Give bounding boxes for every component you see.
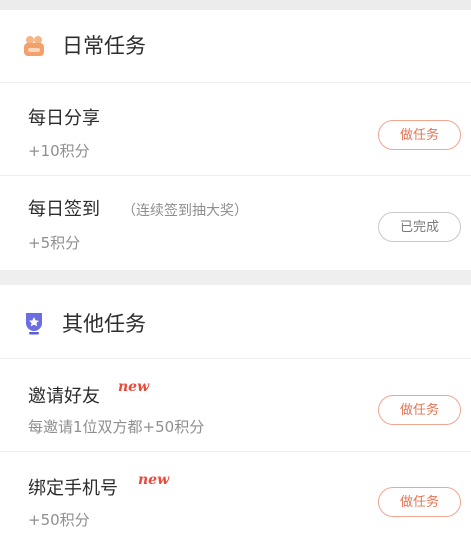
do-task-button[interactable]: 做任务 [378,120,461,150]
gift-icon [24,36,44,56]
task-row-invite-friends: 邀请好友 new 每邀请1位双方都+50积分 做任务 [0,359,471,452]
medal-icon [26,313,42,335]
new-badge: new [118,379,150,395]
top-strip [0,0,471,10]
completed-button[interactable]: 已完成 [378,212,461,242]
daily-tasks-header: 日常任务 [0,10,471,83]
do-task-button[interactable]: 做任务 [378,487,461,517]
task-reward: 每邀请1位双方都+50积分 [28,418,205,436]
task-note: （连续签到抽大奖） [122,203,248,219]
daily-tasks-title: 日常任务 [62,34,146,58]
task-reward: +5积分 [28,234,81,252]
other-tasks-title: 其他任务 [62,312,146,336]
task-row-daily-checkin: 每日签到 （连续签到抽大奖） +5积分 已完成 [0,176,471,268]
task-row-daily-share: 每日分享 +10积分 做任务 [0,83,471,176]
daily-tasks-card: 日常任务 每日分享 +10积分 做任务 每日签到 （连续签到抽大奖） +5积分 已… [0,10,471,270]
other-tasks-header: 其他任务 [0,285,471,359]
new-badge: new [138,472,170,488]
task-title: 绑定手机号 [28,478,118,499]
task-title: 每日签到 （连续签到抽大奖） [28,198,248,223]
task-row-bind-phone: 绑定手机号 new +50积分 做任务 [0,452,471,544]
task-title-text: 每日签到 [28,199,100,220]
task-title: 邀请好友 [28,386,100,407]
task-reward: +10积分 [28,142,90,160]
other-tasks-card: 其他任务 邀请好友 new 每邀请1位双方都+50积分 做任务 绑定手机号 ne… [0,285,471,550]
do-task-button[interactable]: 做任务 [378,395,461,425]
task-title: 每日分享 [28,108,100,129]
task-reward: +50积分 [28,511,90,529]
